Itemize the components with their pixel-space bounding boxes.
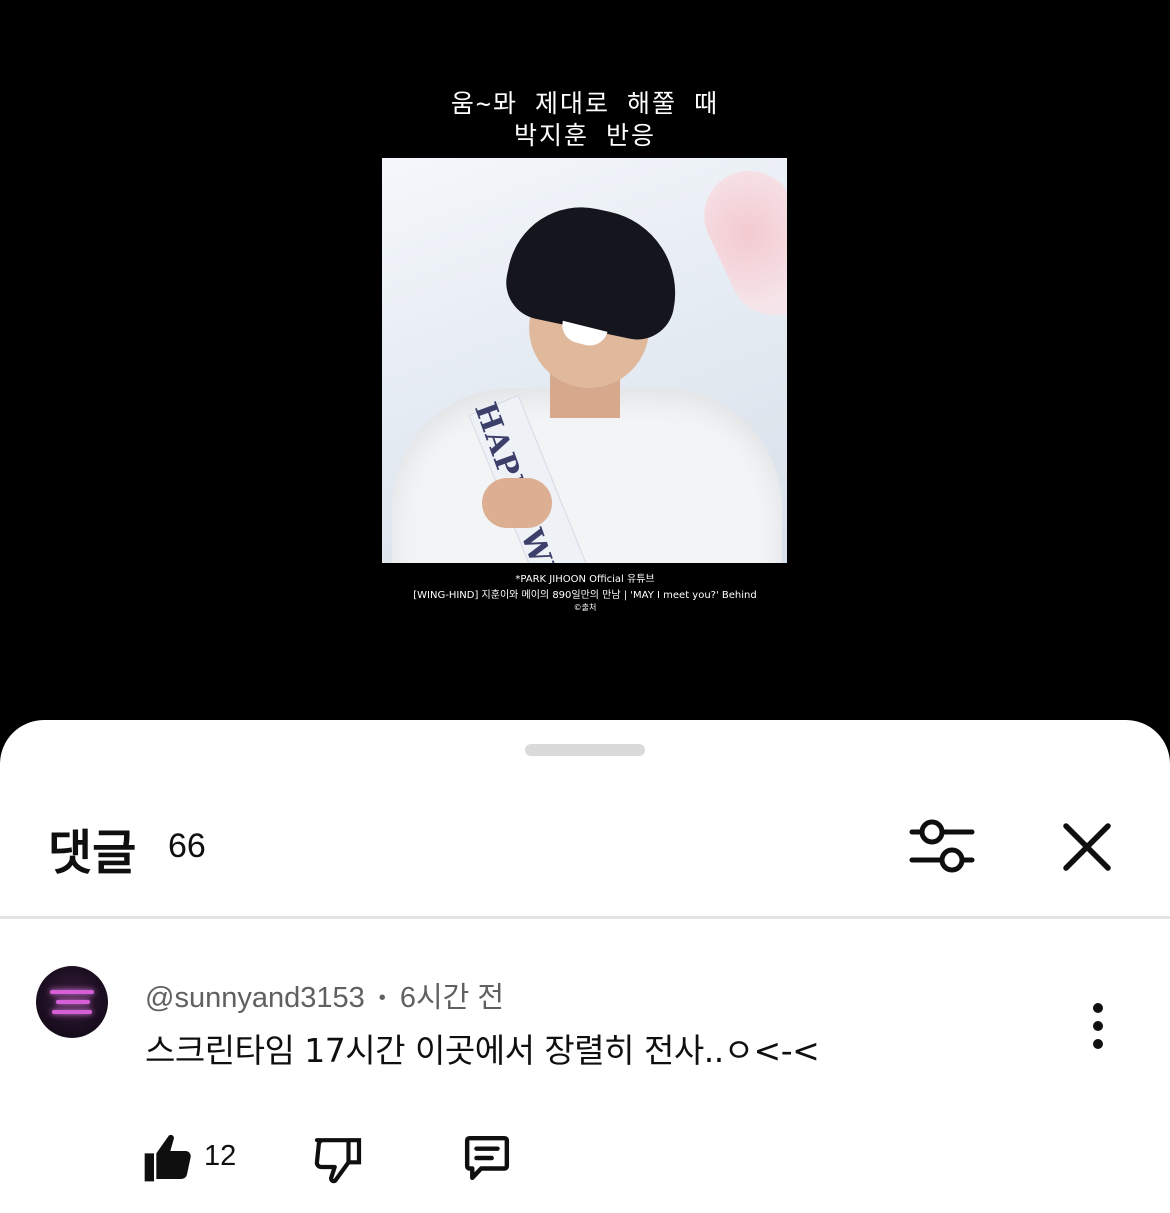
meta-separator: •: [378, 987, 386, 1009]
video-thumbnail: HAPPY WIN: [382, 158, 787, 563]
thumbs-down-icon: [314, 1138, 362, 1184]
video-credit-line-3: ©출처: [573, 603, 597, 612]
close-icon: [1063, 823, 1111, 871]
like-count: 12: [204, 1140, 237, 1172]
header-divider: [0, 916, 1170, 919]
sort-filter-button[interactable]: [906, 816, 978, 878]
video-caption-line-2: 박지훈 반응: [513, 121, 657, 150]
thumbnail-hand: [482, 478, 552, 528]
comment-meta: @sunnyand3153 • 6시간 전: [145, 974, 504, 1016]
comment-more-button[interactable]: [1080, 1000, 1116, 1052]
thumbs-up-icon: [144, 1134, 191, 1182]
comment-author[interactable]: @sunnyand3153: [145, 982, 365, 1014]
reply-button[interactable]: [458, 1130, 516, 1186]
sheet-drag-handle[interactable]: [525, 744, 645, 756]
thumbnail-hair: [499, 193, 691, 347]
video-credit-line-2: [WING-HIND] 지훈이와 메이의 890일만의 만남 | 'MAY I …: [413, 590, 757, 601]
comment-text: 스크린타임 17시간 이곳에서 장렬히 전사..ㅇ<-<: [145, 1031, 820, 1070]
video-player[interactable]: 움~뫄 제대로 해쭐 때 박지훈 반응 HAPPY WIN *PARK JIHO…: [0, 0, 1170, 760]
like-button[interactable]: [140, 1130, 196, 1186]
thumbnail-blur-shape: [689, 158, 787, 330]
dislike-button[interactable]: [310, 1132, 366, 1188]
more-vertical-icon: [1093, 1003, 1103, 1049]
comment-item: @sunnyand3153 • 6시간 전 스크린타임 17시간 이곳에서 장렬…: [0, 956, 1170, 1196]
video-credit-line-1: *PARK JIHOON Official 유튜브: [515, 574, 655, 585]
comments-count: 66: [168, 827, 206, 865]
comments-sheet: 댓글 66 @sunnyand3153 • 6시간 전 스크린타임 17시간 이…: [0, 720, 1170, 1213]
avatar[interactable]: [36, 966, 108, 1038]
close-comments-button[interactable]: [1056, 816, 1118, 878]
comment-time: 6시간 전: [399, 982, 505, 1014]
sliders-icon: [909, 819, 975, 873]
comments-title: 댓글: [48, 825, 137, 881]
video-caption-line-1: 움~뫄 제대로 해쭐 때: [450, 89, 720, 118]
reply-comment-icon: [464, 1135, 510, 1181]
